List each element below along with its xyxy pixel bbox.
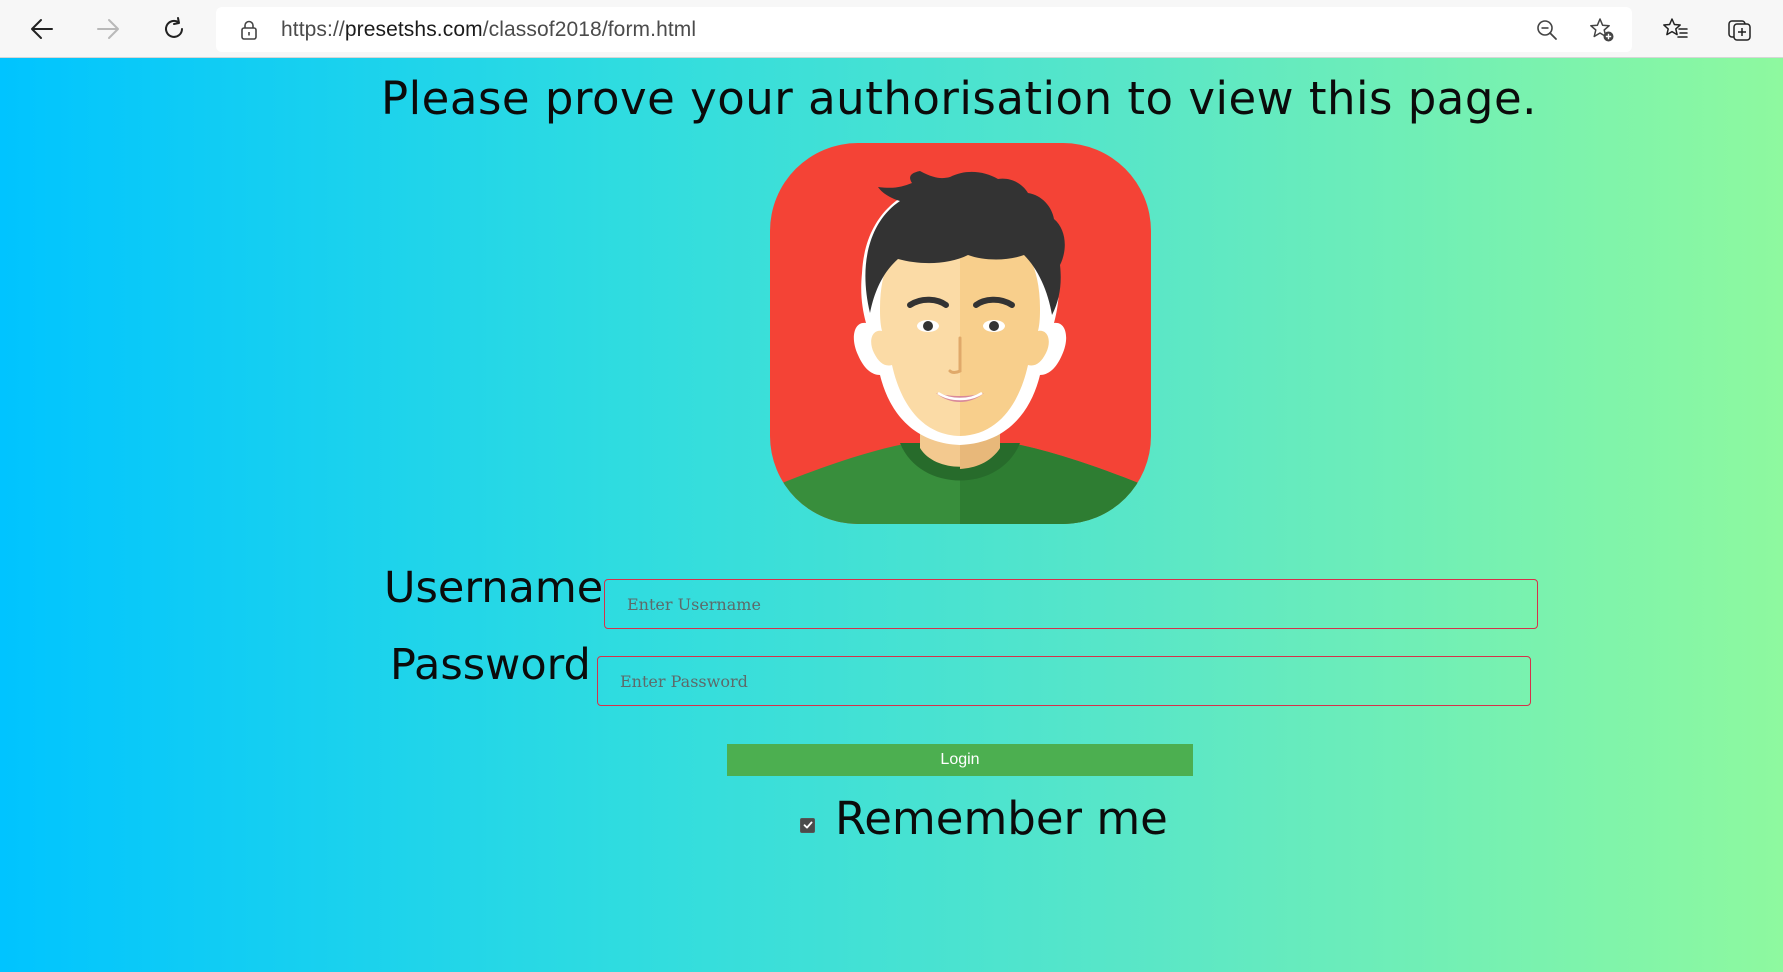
collections-icon (1728, 20, 1751, 41)
page-content: Please prove your authorisation to view … (0, 58, 1783, 972)
page-heading: Please prove your authorisation to view … (381, 72, 1537, 125)
forward-button[interactable] (88, 9, 128, 49)
add-favorite-icon (1590, 18, 1614, 42)
zoom-out-icon (1537, 20, 1557, 40)
remember-me-label: Remember me (835, 791, 1168, 845)
password-input[interactable] (597, 656, 1531, 706)
back-button[interactable] (22, 9, 62, 49)
forward-arrow-icon (97, 19, 119, 39)
zoom-button[interactable] (1530, 13, 1564, 47)
remember-me-checkbox[interactable] (800, 817, 815, 833)
back-arrow-icon (31, 19, 53, 39)
password-label: Password (390, 640, 591, 690)
browser-toolbar: https://presetshs.com/classof2018/form.h… (0, 0, 1783, 58)
user-avatar-icon (770, 143, 1151, 524)
favorites-button[interactable] (1655, 9, 1695, 49)
collections-button[interactable] (1720, 9, 1760, 49)
login-button[interactable]: Login (727, 744, 1193, 776)
refresh-icon (165, 17, 183, 38)
lock-icon[interactable] (238, 19, 260, 41)
add-favorite-button[interactable] (1585, 13, 1619, 47)
username-input[interactable] (604, 579, 1538, 629)
username-label: Username (384, 563, 604, 613)
favorites-icon (1663, 18, 1688, 38)
url-host: presetshs.com (344, 18, 483, 41)
refresh-button[interactable] (154, 9, 194, 49)
url-scheme: https:// (281, 18, 345, 41)
url-path: /classof2018/form.html (482, 18, 697, 41)
checkmark-icon (803, 821, 812, 829)
address-bar[interactable]: https://presetshs.com/classof2018/form.h… (216, 7, 1632, 52)
url-text[interactable]: https://presetshs.com/classof2018/form.h… (281, 7, 696, 52)
remember-me[interactable]: Remember me (800, 790, 1168, 846)
